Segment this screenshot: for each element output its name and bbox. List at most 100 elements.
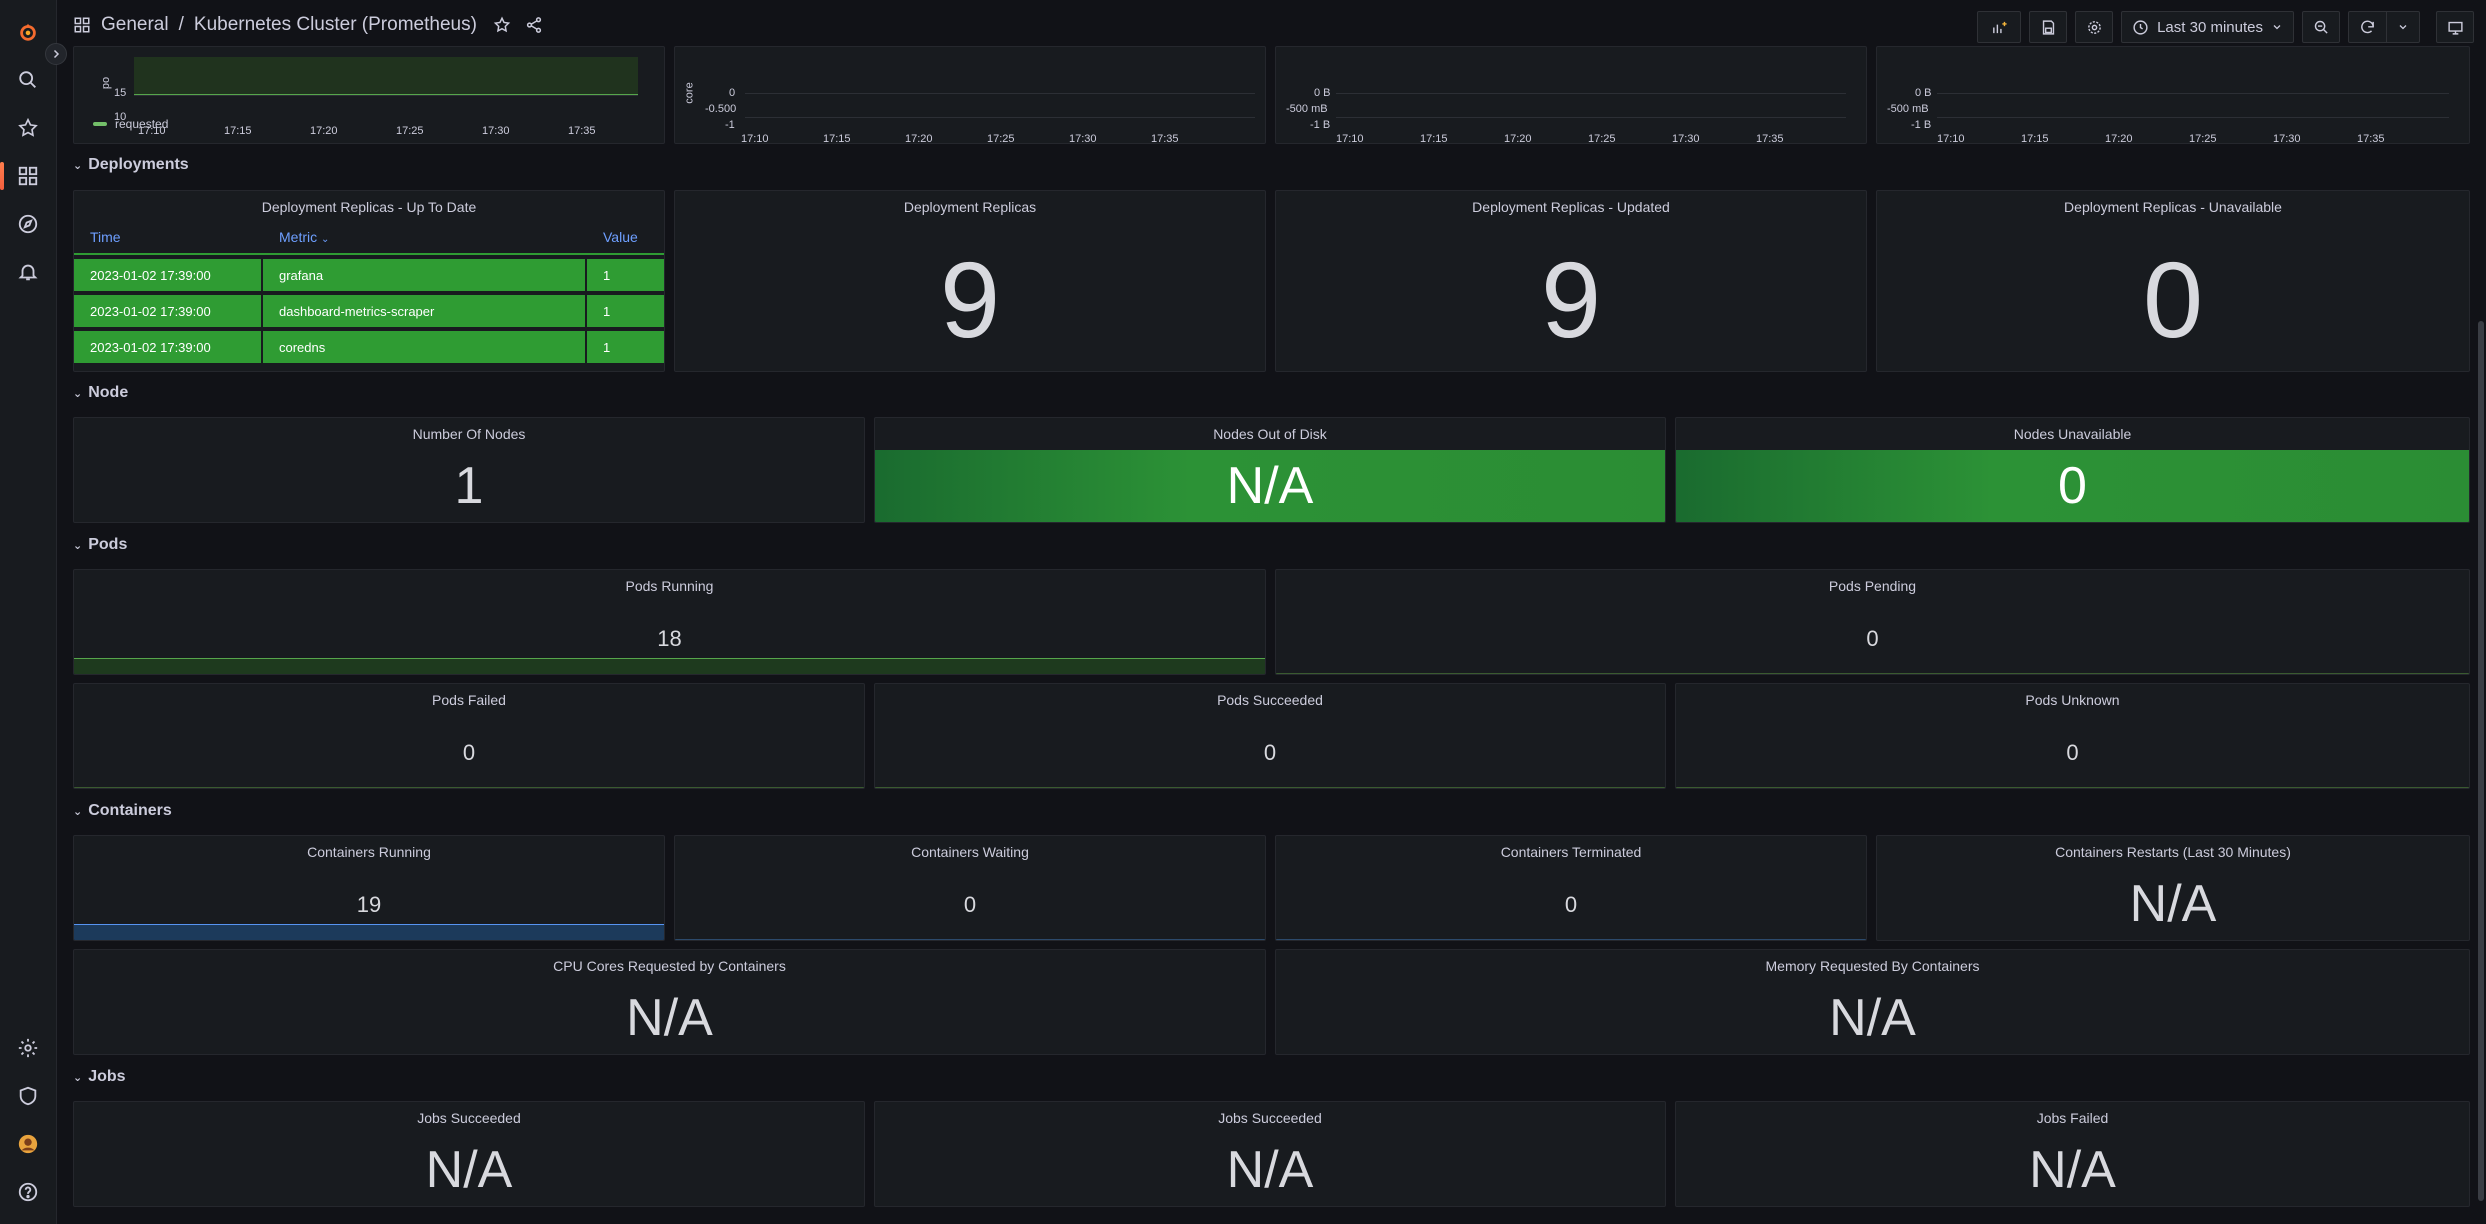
chevron-down-icon [2273,25,2281,30]
user-avatar[interactable] [8,1124,48,1164]
containers-running-panel[interactable]: Containers Running 19 [73,835,665,941]
cpu-cores-requested-panel[interactable]: CPU Cores Requested by Containers N/A [73,949,1266,1055]
memory-chart-panel-2[interactable]: 0 B -500 mB -1 B 17:10 17:15 17:20 17:25… [1876,46,2470,144]
x-tick: 17:35 [1151,133,1179,144]
expand-sidebar-chevron-icon[interactable] [45,43,67,65]
row-node[interactable]: ⌄ Node [73,384,128,402]
panel-title: Containers Terminated [1500,844,1642,860]
stat-value: 0 [2066,740,2079,765]
deployment-replicas-panel[interactable]: Deployment Replicas 9 [674,190,1266,372]
deployment-replicas-table-panel[interactable]: Deployment Replicas - Up To Date Time Me… [73,190,665,372]
panel-title: Pods Pending [1828,578,1917,594]
tv-mode-button[interactable] [2436,11,2474,43]
x-tick: 17:30 [2273,133,2301,144]
dashboards-icon[interactable] [8,156,48,196]
panel-title: Deployment Replicas - Up To Date [261,199,477,215]
panel-title: Jobs Failed [2036,1110,2109,1126]
add-panel-button[interactable] [1977,11,2022,43]
cpu-chart-panel[interactable]: core 0 -0.500 -1 17:10 17:15 17:20 17:25… [674,46,1266,144]
dashboard-settings-button[interactable] [2075,11,2114,43]
stat-value: 0 [1866,626,1879,651]
cell-metric: grafana [279,268,324,283]
pods-succeeded-panel[interactable]: Pods Succeeded 0 [874,683,1666,789]
zoom-out-button[interactable] [2302,11,2340,43]
stat-value: N/A [626,989,713,1047]
memory-requested-panel[interactable]: Memory Requested By Containers N/A [1275,949,2470,1055]
column-header-time[interactable]: Time [90,229,121,245]
jobs-succeeded-panel[interactable]: Jobs Succeeded N/A [73,1101,865,1207]
help-icon[interactable] [8,1172,48,1212]
y-tick: 0 [729,87,736,99]
x-tick: 17:15 [2021,133,2049,144]
deployment-replicas-updated-panel[interactable]: Deployment Replicas - Updated 9 [1275,190,1867,372]
cell-time: 2023-01-02 17:39:00 [90,340,211,355]
x-tick: 17:15 [823,133,851,144]
pods-running-panel[interactable]: Pods Running 18 [73,569,1266,675]
row-jobs[interactable]: ⌄ Jobs [73,1068,126,1086]
table-row-partial [74,251,664,255]
table-row[interactable]: 2023-01-02 17:39:00 dashboard-metrics-sc… [74,293,664,329]
time-range-picker[interactable]: Last 30 minutes [2121,11,2294,43]
explore-icon[interactable] [8,204,48,244]
jobs-failed-panel[interactable]: Jobs Failed N/A [1675,1101,2470,1207]
breadcrumb-folder[interactable]: General [101,14,169,36]
save-dashboard-button[interactable] [2029,11,2068,43]
grafana-logo-icon[interactable] [8,12,48,52]
column-header-value[interactable]: Value [603,229,638,245]
vertical-scrollbar[interactable] [2478,321,2484,1201]
stat-value: 0 [1564,892,1578,917]
table-row[interactable]: 2023-01-02 17:39:00 grafana 1 [74,257,664,293]
alerting-bell-icon[interactable] [8,252,48,292]
x-tick: 17:25 [1588,133,1616,144]
pods-unknown-panel[interactable]: Pods Unknown 0 [1675,683,2470,789]
starred-icon[interactable] [8,108,48,148]
panel-title: Deployment Replicas - Updated [1472,199,1670,215]
dashboard-title[interactable]: Kubernetes Cluster (Prometheus) [194,14,477,36]
deployment-replicas-unavailable-panel[interactable]: Deployment Replicas - Unavailable 0 [1876,190,2470,372]
sidebar [0,0,57,1224]
panel-title: Pods Failed [432,692,506,708]
nodes-unavailable-panel[interactable]: Nodes Unavailable 0 [1675,417,2470,523]
chart-legend[interactable]: requested [93,117,168,131]
jobs-succeeded-panel-2[interactable]: Jobs Succeeded N/A [874,1101,1666,1207]
containers-waiting-panel[interactable]: Containers Waiting 0 [674,835,1266,941]
row-pods[interactable]: ⌄ Pods [73,536,127,554]
panel-title: Memory Requested By Containers [1765,958,1980,974]
pods-pending-panel[interactable]: Pods Pending 0 [1275,569,2470,675]
pods-failed-panel[interactable]: Pods Failed 0 [73,683,865,789]
stat-value: N/A [2129,875,2217,933]
share-dashboard-icon[interactable] [525,16,543,34]
panel-title: Jobs Succeeded [1218,1110,1322,1126]
stat-value: N/A [1226,1141,1314,1199]
memory-chart-panel[interactable]: 0 B -500 mB -1 B 17:10 17:15 17:20 17:25… [1275,46,1867,144]
refresh-interval-dropdown[interactable] [2387,12,2419,42]
row-containers[interactable]: ⌄ Containers [73,802,172,820]
number-of-nodes-panel[interactable]: Number Of Nodes 1 [73,417,865,523]
y-axis-label: core [683,82,696,104]
refresh-button[interactable] [2349,12,2387,42]
x-tick: 17:25 [396,125,424,137]
y-axis-label: po [100,76,113,90]
cell-time: 2023-01-02 17:39:00 [90,268,211,283]
breadcrumb-separator: / [178,14,184,35]
containers-terminated-panel[interactable]: Containers Terminated 0 [1275,835,1867,941]
server-admin-shield-icon[interactable] [8,1076,48,1116]
column-header-metric[interactable]: Metric ⌄ [279,229,329,245]
search-icon[interactable] [8,60,48,100]
star-dashboard-icon[interactable] [493,16,511,34]
configuration-gear-icon[interactable] [8,1028,48,1068]
nodes-out-of-disk-panel[interactable]: Nodes Out of Disk N/A [874,417,1666,523]
cell-value: 1 [603,340,611,355]
containers-restarts-panel[interactable]: Containers Restarts (Last 30 Minutes) N/… [1876,835,2470,941]
stat-value: 1 [454,457,484,515]
x-tick: 17:10 [741,133,769,144]
table-row[interactable]: 2023-01-02 17:39:00 coredns 1 [74,329,664,365]
refresh-group [2348,11,2420,43]
panel-title: Pods Succeeded [1217,692,1323,708]
x-tick: 17:35 [1756,133,1784,144]
legend-label: requested [115,117,169,131]
row-title: Containers [88,802,172,819]
x-tick: 17:20 [2105,133,2133,144]
row-deployments[interactable]: ⌄ Deployments [73,156,189,174]
chevron-down-icon: ⌄ [73,539,83,552]
